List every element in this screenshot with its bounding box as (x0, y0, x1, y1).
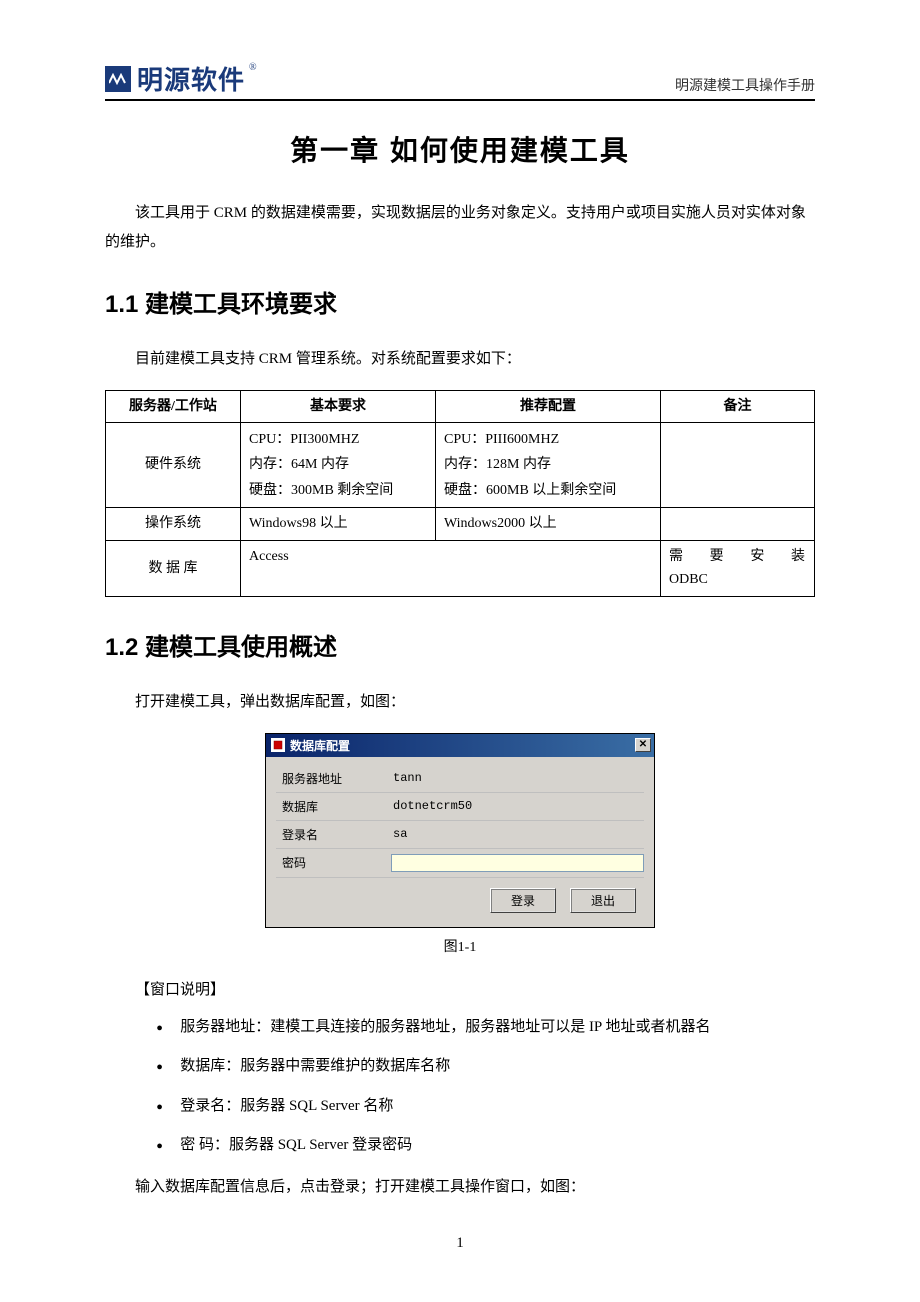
th-basic: 基本要求 (241, 390, 436, 423)
th-server: 服务器/工作站 (106, 390, 241, 423)
label-login: 登录名 (276, 826, 391, 843)
db-config-dialog: 数据库配置 ✕ 服务器地址 tann 数据库 dotnetcrm50 登录名 s… (265, 733, 655, 928)
cell-db-basic: Access (241, 540, 661, 597)
table-row: 操作系统 Windows98 以上 Windows2000 以上 (106, 507, 815, 540)
registered-icon: ® (249, 62, 257, 73)
dialog-titlebar: 数据库配置 ✕ (266, 734, 654, 757)
table-row: 硬件系统 CPU：PII300MHZ 内存：64M 内存 硬盘：300MB 剩余… (106, 423, 815, 508)
logo-mark-icon (105, 66, 131, 92)
section-1-1-heading: 1.1 建模工具环境要求 (105, 284, 815, 319)
list-item: 服务器地址：建模工具连接的服务器地址，服务器地址可以是 IP 地址或者机器名 (156, 1015, 815, 1041)
cell-hw-basic: CPU：PII300MHZ 内存：64M 内存 硬盘：300MB 剩余空间 (241, 423, 436, 508)
exit-button[interactable]: 退出 (570, 888, 636, 913)
requirements-table: 服务器/工作站 基本要求 推荐配置 备注 硬件系统 CPU：PII300MHZ … (105, 390, 815, 598)
page-header: 明源软件 ® 明源建模工具操作手册 (105, 60, 815, 101)
field-row-database: 数据库 dotnetcrm50 (276, 793, 644, 821)
dialog-title-text: 数据库配置 (290, 737, 350, 754)
field-row-server: 服务器地址 tann (276, 765, 644, 793)
cell-os-notes (661, 507, 815, 540)
list-item: 数据库：服务器中需要维护的数据库名称 (156, 1054, 815, 1080)
section-1-2-heading: 1.2 建模工具使用概述 (105, 627, 815, 662)
section-1-1-intro: 目前建模工具支持 CRM 管理系统。对系统配置要求如下： (105, 345, 815, 374)
login-button[interactable]: 登录 (490, 888, 556, 913)
cell-hw-label: 硬件系统 (106, 423, 241, 508)
section-1-2-intro: 打开建模工具，弹出数据库配置，如图： (105, 688, 815, 717)
cell-os-label: 操作系统 (106, 507, 241, 540)
label-server: 服务器地址 (276, 770, 391, 787)
chapter-title: 第一章 如何使用建模工具 (105, 129, 815, 169)
close-icon[interactable]: ✕ (635, 738, 651, 752)
window-desc-heading: 【窗口说明】 (105, 978, 815, 999)
after-list-para: 输入数据库配置信息后，点击登录；打开建模工具操作窗口，如图： (105, 1173, 815, 1202)
input-database[interactable]: dotnetcrm50 (391, 798, 644, 814)
input-login[interactable]: sa (391, 826, 644, 842)
th-notes: 备注 (661, 390, 815, 423)
label-password: 密码 (276, 854, 391, 871)
cell-hw-rec: CPU：PIII600MHZ 内存：128M 内存 硬盘：600MB 以上剩余空… (436, 423, 661, 508)
chapter-intro: 该工具用于 CRM 的数据建模需要，实现数据层的业务对象定义。支持用户或项目实施… (105, 199, 815, 256)
label-database: 数据库 (276, 798, 391, 815)
page-number: 1 (0, 1235, 920, 1252)
table-header-row: 服务器/工作站 基本要求 推荐配置 备注 (106, 390, 815, 423)
cell-hw-notes (661, 423, 815, 508)
field-row-password: 密码 (276, 849, 644, 878)
header-subtitle: 明源建模工具操作手册 (675, 75, 815, 97)
input-password[interactable] (391, 854, 644, 872)
window-desc-list: 服务器地址：建模工具连接的服务器地址，服务器地址可以是 IP 地址或者机器名 数… (105, 1015, 815, 1159)
table-row: 数 据 库 Access 需要安装 ODBC (106, 540, 815, 597)
figure-caption: 图1-1 (105, 936, 815, 956)
logo-text: 明源软件 (137, 60, 245, 97)
cell-db-notes: 需要安装 ODBC (661, 540, 815, 597)
logo: 明源软件 ® (105, 60, 257, 97)
th-recommended: 推荐配置 (436, 390, 661, 423)
cell-os-rec: Windows2000 以上 (436, 507, 661, 540)
field-row-login: 登录名 sa (276, 821, 644, 849)
cell-os-basic: Windows98 以上 (241, 507, 436, 540)
dialog-app-icon (271, 738, 285, 752)
list-item: 登录名：服务器 SQL Server 名称 (156, 1094, 815, 1120)
cell-db-label: 数 据 库 (106, 540, 241, 597)
list-item: 密 码：服务器 SQL Server 登录密码 (156, 1133, 815, 1159)
input-server[interactable]: tann (391, 770, 644, 786)
